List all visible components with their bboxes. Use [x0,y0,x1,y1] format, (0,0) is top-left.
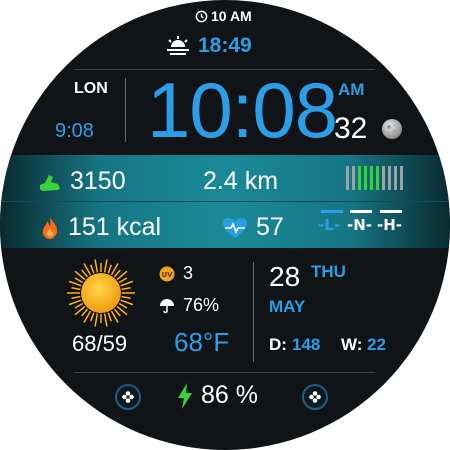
time-divider [125,78,126,142]
level-normal-bar [350,210,372,213]
shoe-icon [40,174,60,191]
left-shortcut-button[interactable] [115,384,141,410]
level-normal: -N- [347,216,373,234]
alarm-status[interactable]: 10 AM [195,8,252,24]
moon-icon [382,119,402,139]
sunset-icon [167,36,189,55]
band-divider [0,201,450,202]
week-label: W: [341,335,363,354]
progress-bar-segment [382,166,385,190]
flame-icon [42,216,58,239]
alarm-clock-icon [195,10,208,22]
bolt-icon [178,382,192,409]
steps-value: 3150 [70,167,126,195]
battery-value: 86 % [201,381,258,409]
level-high: -H- [377,216,403,234]
rain-chance: 76% [183,295,220,315]
progress-bar-segment [370,166,373,190]
progress-bar-segment [400,166,403,190]
progress-bar-segment [394,166,397,190]
sunset-time: 18:49 [198,34,252,57]
seconds: 32 [334,112,368,145]
umbrella-icon [160,298,174,313]
progress-bar-segment [358,166,361,190]
heart-rate-widget[interactable]: 57 [222,213,284,242]
uv-icon: UV [159,266,175,281]
date-day: 28 [269,261,301,292]
heart-rate-value: 57 [256,213,284,241]
progress-bar-segment [376,166,379,190]
steps-widget[interactable]: 3150 [38,167,126,196]
watch-face: 10 AM 18:49 LON 9:08 10:08 AM 32 3150 2.… [0,0,450,450]
activity-progress-bars [346,166,406,190]
weather-date-divider [253,262,254,362]
date-weekday: THU [311,262,346,281]
current-temp: 68°F [174,327,230,357]
uv-row: UV 3 [159,263,193,284]
calories-widget[interactable]: 151 kcal [40,213,161,242]
level-high-bar [380,210,402,213]
date-month: MAY [269,297,306,316]
progress-bar-segment [388,166,391,190]
distance-value: 2.4 km [203,167,279,195]
hi-lo-temp: 68/59 [72,331,128,356]
am-pm: AM [338,80,365,99]
heart-rate-icon [223,217,247,238]
level-low: -L- [318,216,341,234]
week-number: 22 [367,335,386,354]
uv-value: 3 [183,263,194,283]
flower-icon [309,391,321,403]
level-low-bar [321,210,343,213]
sunset-widget[interactable]: 18:49 [166,34,252,58]
flower-icon [122,391,134,403]
svg-text:UV: UV [161,271,173,279]
progress-bar-segment [352,166,355,190]
main-time: 10:08 [147,66,338,154]
right-shortcut-button[interactable] [302,384,328,410]
alarm-time: 10 AM [211,8,252,24]
day-of-year-label: D: [269,335,287,354]
world-clock-city: LON [74,80,108,97]
sun-icon[interactable] [66,258,136,328]
progress-bar-segment [364,166,367,190]
calendar-widget[interactable]: 28 THU MAY D: 148 W: 22 [268,258,408,363]
bottom-divider [75,372,375,373]
world-clock-time: 9:08 [55,120,94,142]
day-of-year: 148 [292,335,321,354]
rain-row: 76% [159,295,219,316]
battery-widget[interactable]: 86 % [177,381,258,410]
progress-bar-segment [346,166,349,190]
calories-value: 151 kcal [68,213,162,241]
